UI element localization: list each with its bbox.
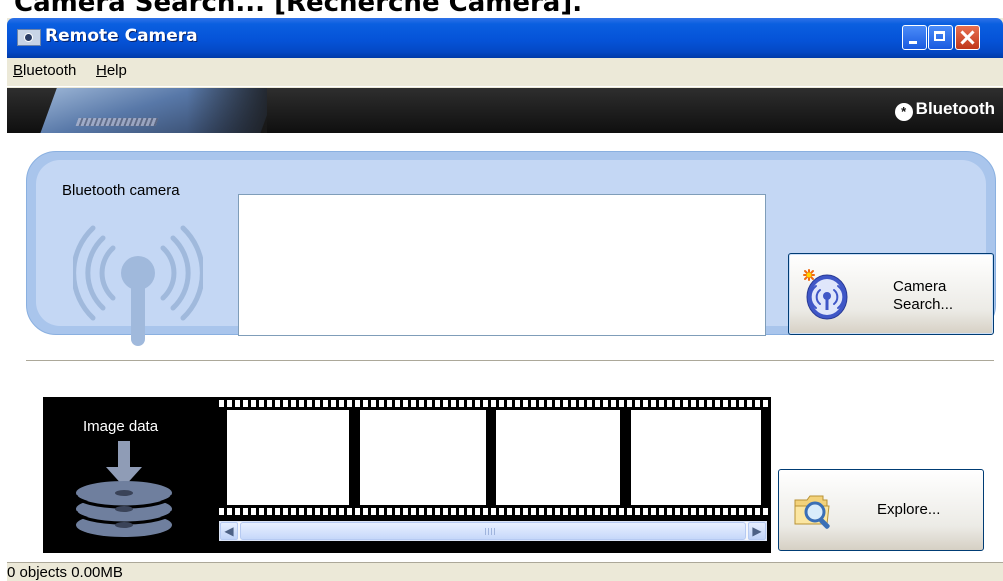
maximize-button[interactable]	[928, 25, 953, 50]
bluetooth-logo: * Bluetooth	[894, 99, 995, 121]
header-banner: * Bluetooth	[7, 88, 1003, 133]
bluetooth-rune-icon: *	[894, 103, 913, 121]
laptop-banner-image	[7, 88, 267, 133]
explore-label: Explore...	[877, 501, 941, 518]
image-data-panel: Image data ◀ ▶	[43, 397, 771, 553]
image-frame-4[interactable]	[631, 410, 761, 505]
image-frame-1[interactable]	[227, 410, 349, 505]
menu-bluetooth[interactable]: Bluetooth	[13, 62, 76, 79]
camera-search-line1: Camera	[893, 278, 947, 295]
scroll-left-arrow-icon[interactable]: ◀	[220, 522, 238, 540]
main-content: Bluetooth camera Camera Search... Image …	[7, 133, 1003, 562]
camera-search-icon	[803, 269, 848, 320]
menu-bluetooth-accelerator: B	[13, 62, 24, 79]
menu-help-accelerator: H	[96, 62, 107, 79]
camera-search-label: Camera Search...	[893, 278, 953, 314]
bluetooth-camera-label: Bluetooth camera	[62, 182, 180, 199]
app-camera-icon	[17, 29, 41, 46]
film-strip	[219, 397, 771, 518]
menu-help[interactable]: Help	[96, 62, 127, 79]
explore-button[interactable]: Explore...	[778, 469, 984, 551]
download-disk-icon	[74, 441, 174, 537]
image-data-label: Image data	[83, 418, 159, 435]
menu-help-label: elp	[106, 62, 127, 79]
window-title: Remote Camera	[45, 26, 198, 46]
bluetooth-brand-text: Bluetooth	[915, 99, 995, 118]
title-bar[interactable]: Remote Camera	[7, 18, 1003, 58]
camera-panel: Bluetooth camera Camera Search...	[26, 151, 996, 346]
camera-search-line2: Search...	[893, 296, 954, 313]
remote-camera-window: Remote Camera Bluetooth Help * Bluetooth …	[7, 18, 1003, 581]
folder-magnifier-icon	[794, 495, 830, 529]
scrollbar-grip-icon	[485, 528, 497, 535]
status-bar: 0 objects 0.00MB	[7, 562, 1003, 581]
menu-bluetooth-label: luetooth	[23, 62, 77, 79]
antenna-signal-icon	[73, 225, 203, 346]
minimize-button[interactable]	[902, 25, 927, 50]
menu-bar: Bluetooth Help	[7, 58, 1003, 87]
image-frame-3[interactable]	[496, 410, 620, 505]
page-caption: Camera Search... [Recherche Caméra].	[14, 0, 583, 18]
image-frame-2[interactable]	[360, 410, 486, 505]
camera-device-list[interactable]	[238, 194, 766, 336]
section-divider	[26, 360, 994, 362]
status-text: 0 objects 0.00MB	[7, 564, 123, 581]
close-button[interactable]	[955, 25, 980, 50]
film-perforation-top	[219, 400, 771, 407]
camera-search-button[interactable]: Camera Search...	[788, 253, 994, 335]
scroll-right-arrow-icon[interactable]: ▶	[748, 522, 766, 540]
image-horizontal-scrollbar[interactable]: ◀ ▶	[219, 521, 767, 541]
scrollbar-thumb[interactable]	[240, 522, 746, 540]
film-perforation-bottom	[219, 508, 771, 515]
